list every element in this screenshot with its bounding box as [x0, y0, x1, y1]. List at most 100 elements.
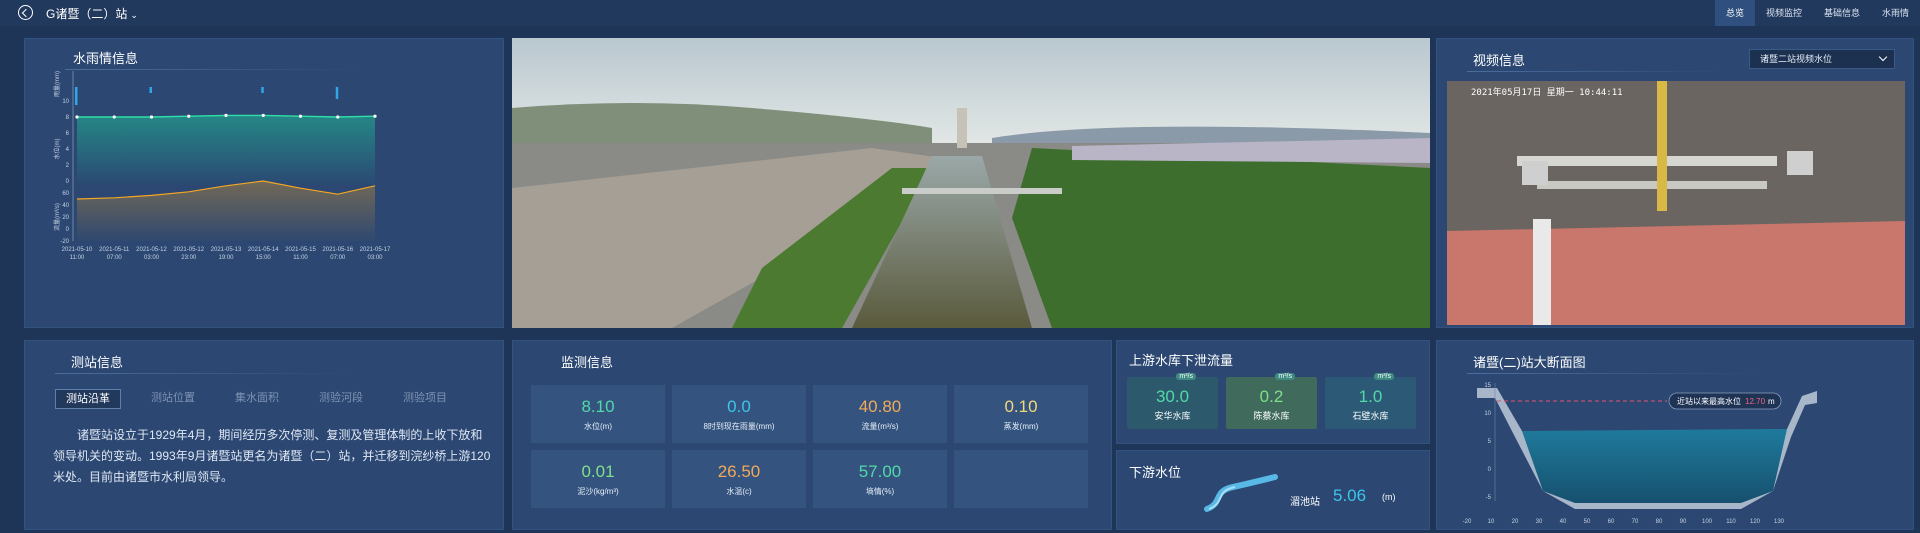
level-point	[75, 115, 79, 119]
reservoir-value: 30.0	[1155, 387, 1190, 406]
section-x-tick: 30	[1536, 519, 1543, 525]
section-x-tick: 40	[1560, 519, 1567, 525]
section-y-tick: -5	[1486, 495, 1492, 501]
level-area	[77, 115, 375, 185]
station-name: G诸暨（二）站	[46, 7, 128, 21]
section-callout-unit: m	[1768, 397, 1775, 406]
cross-section-chart: 151050-5 -20 10 20 30 40 50 60 70 80 90 100 110 120 1…	[1463, 383, 1817, 525]
section-x-tick: 60	[1608, 519, 1615, 525]
section-x-tick: 100	[1702, 519, 1713, 525]
station-history-text: 诸暨站设立于1929年4月，期间经历多次停测、复测及管理体制的上收下放和领导机关…	[53, 428, 491, 484]
station-panel-title: 测站信息	[71, 355, 124, 370]
flow-tick-label: 60	[62, 191, 69, 197]
reservoir-grid: m³/s 30.0 安华水库 m³/s 0.2 陈蔡水库 m³/s 1.0 石壁…	[1127, 373, 1416, 429]
monitor-panel: 监测信息 8.10 水位(m) 0.0 8时到现在雨量(mm) 40.80 流量(m³…	[512, 340, 1112, 530]
x-tick-time: 03:00	[367, 255, 383, 261]
reservoir-value: 0.2	[1259, 387, 1284, 406]
tab-hydrology[interactable]: 水雨情	[1871, 0, 1920, 26]
tab-overview[interactable]: 总览	[1714, 0, 1755, 26]
metric-label: 8时到现在雨量(mm)	[703, 422, 775, 431]
x-tick-date: 2021-05-12	[136, 247, 167, 253]
cross-section-panel: 诸暨(二)站大断面图 15 10 5 0 -5 -20 10 20 30 40 50 60 70 80 9…	[1436, 340, 1914, 530]
level-point	[373, 114, 377, 118]
metric-label: 墒情(%)	[865, 487, 895, 496]
flow-tick-label: 0	[66, 227, 70, 233]
metric-label: 蒸发(mm)	[1003, 422, 1039, 431]
metric-empty	[954, 450, 1088, 508]
tab-history[interactable]: 测站沿革	[55, 389, 121, 409]
metric-rainfall: 0.0 8时到现在雨量(mm)	[672, 385, 806, 443]
reservoir-anhua: m³/s 30.0 安华水库	[1127, 373, 1218, 429]
level-tick-label: 6	[66, 131, 70, 137]
rain-bar	[149, 87, 152, 93]
x-tick-date: 2021-05-10	[62, 247, 93, 253]
title-divider	[1467, 71, 1727, 72]
metric-value: 0.10	[1004, 397, 1038, 416]
video-source-select[interactable]: 诸暨二站视频水位	[1749, 49, 1895, 69]
section-y-tick: 0	[1488, 467, 1492, 473]
rain-bar	[335, 87, 339, 99]
level-tick-label: 0	[66, 179, 70, 185]
metric-label: 泥沙(kg/m³)	[577, 487, 619, 496]
metric-water-level: 8.10 水位(m)	[531, 385, 665, 443]
section-x-tick: 50	[1584, 519, 1591, 525]
river-icon	[1204, 474, 1278, 512]
level-tick-label: 10	[62, 99, 69, 105]
tab-location[interactable]: 测站位置	[141, 389, 205, 409]
x-tick-time: 11:00	[70, 255, 85, 261]
x-tick-time: 19:00	[218, 255, 234, 261]
metric-soil-moisture: 57.00 墒情(%)	[813, 450, 947, 508]
tab-basic-info[interactable]: 基础信息	[1813, 0, 1871, 26]
video-panel-title: 视频信息	[1473, 53, 1526, 68]
nav-tabs: 总览 视频监控 基础信息 水雨情	[1714, 0, 1920, 26]
reservoir-label: 石壁水库	[1352, 411, 1389, 421]
x-tick-time: 07:00	[107, 255, 123, 261]
section-x-tick: 10	[1488, 519, 1495, 525]
section-x-tick: 120	[1750, 519, 1761, 525]
section-y-tick: 10	[1484, 411, 1491, 417]
metric-value: 8.10	[581, 397, 615, 416]
flow-tick-label: 20	[62, 215, 69, 221]
metric-flow: 40.80 流量(m³/s)	[813, 385, 947, 443]
tab-video[interactable]: 视频监控	[1755, 0, 1813, 26]
section-x-tick: -20	[1463, 519, 1472, 525]
x-tick-time: 15:00	[256, 255, 272, 261]
metric-label: 水位(m)	[584, 422, 612, 431]
flow-tick-label: -20	[60, 239, 69, 245]
reservoir-value: 1.0	[1358, 387, 1383, 406]
rain-level-panel: 水雨情信息 10 8 6 4 2 0 60 40 20 0 -20 雨量(mm) 水位(m) 流量(m³/…	[24, 38, 504, 328]
reservoir-panel: 上游水库下泄流量 m³/s 30.0 安华水库 m³/s 0.2 陈蔡水库 m³…	[1116, 340, 1430, 444]
svg-text:近站以来最高水位12.70m: 近站以来最高水位 12.70 m	[1677, 396, 1775, 406]
reservoir-label: 陈蔡水库	[1253, 411, 1290, 421]
section-callout-label: 近站以来最高水位	[1677, 396, 1741, 406]
metric-label: 流量(m³/s)	[861, 422, 899, 431]
video-panel: 视频信息 诸暨二站视频水位 2021年05月17日 星期一 10:44:11	[1436, 38, 1914, 328]
x-tick-date: 2021-05-16	[322, 247, 353, 253]
tab-river-reach[interactable]: 测验河段	[309, 389, 373, 409]
level-point	[112, 115, 116, 119]
metric-value: 0.01	[581, 462, 615, 481]
section-callout-value: 12.70	[1745, 397, 1766, 406]
back-icon[interactable]	[18, 5, 33, 20]
level-point	[149, 115, 154, 119]
section-x-tick: 90	[1680, 519, 1687, 525]
metric-value: 57.00	[858, 462, 902, 481]
level-tick-label: 2	[66, 163, 70, 169]
video-player[interactable]: 2021年05月17日 星期一 10:44:11	[1447, 81, 1905, 325]
level-point	[224, 113, 228, 117]
tab-test-items[interactable]: 测验项目	[393, 389, 457, 409]
x-tick-time: 03:00	[144, 255, 160, 261]
rain-bar	[75, 87, 78, 105]
reservoir-chencai: m³/s 0.2 陈蔡水库	[1226, 373, 1317, 429]
metric-value: 26.50	[717, 462, 761, 481]
level-point	[261, 113, 265, 117]
flow-tick-label: 40	[62, 203, 69, 209]
x-tick-time: 07:00	[330, 255, 346, 261]
chevron-down-icon: ⌄	[130, 10, 138, 20]
station-tabs: 测站沿革 测站位置 集水面积 测验河段 测验项目	[55, 389, 457, 409]
tab-catchment-area[interactable]: 集水面积	[225, 389, 289, 409]
title-divider	[55, 373, 355, 374]
station-selector[interactable]: G诸暨（二）站 ⌄	[46, 5, 138, 22]
river-aerial-image	[512, 38, 1430, 328]
level-axis-label: 水位(m)	[53, 139, 61, 160]
